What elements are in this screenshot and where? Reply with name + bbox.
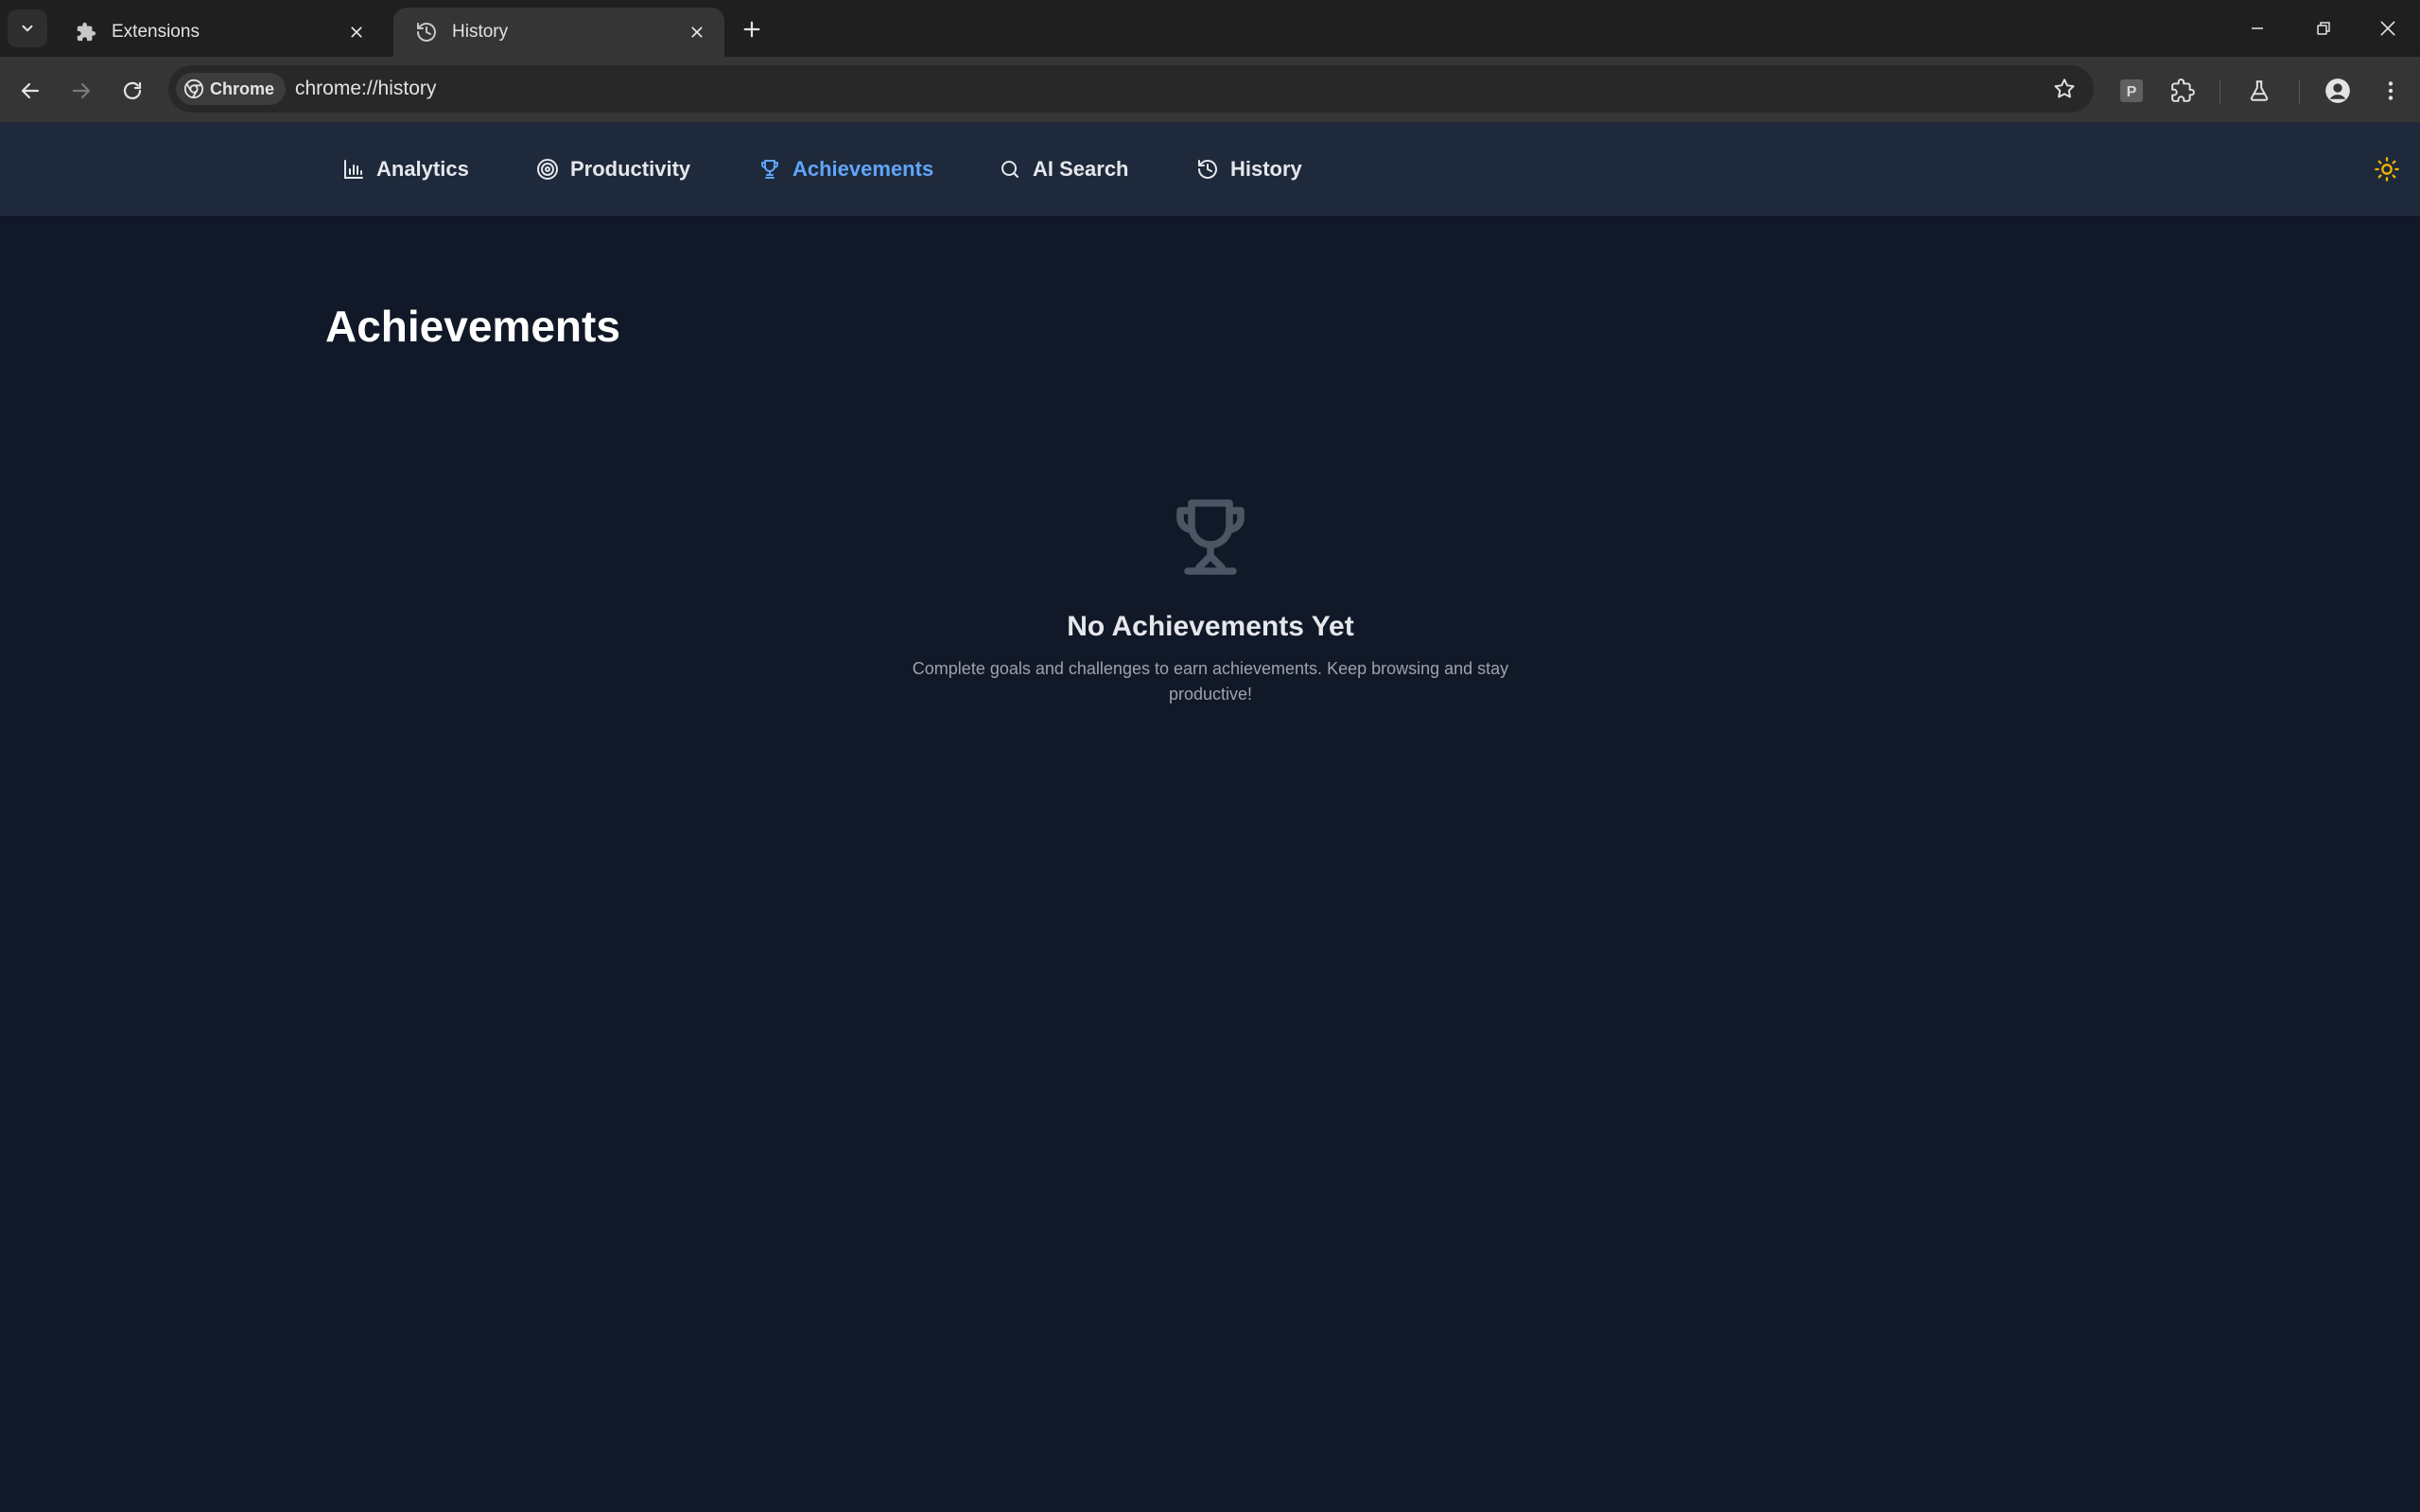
minimize-button[interactable]	[2234, 9, 2281, 47]
browser-tabstrip: Extensions History	[0, 0, 2420, 57]
page-title: Achievements	[325, 302, 620, 351]
site-info-chip[interactable]: Chrome	[176, 73, 287, 105]
empty-state-description: Complete goals and challenges to earn ac…	[912, 659, 1509, 704]
chevron-down-icon	[22, 25, 33, 32]
close-window-button[interactable]	[2364, 9, 2411, 47]
tab-search-button[interactable]	[8, 9, 47, 47]
browser-toolbar: Chrome chrome://history P	[0, 57, 2420, 123]
trophy-icon	[758, 158, 781, 181]
restore-icon	[2317, 22, 2330, 35]
minimize-icon	[2252, 27, 2263, 29]
nav-item-history[interactable]: History	[1196, 123, 1302, 215]
trophy-icon	[1165, 492, 1256, 582]
url-text[interactable]: chrome://history	[295, 65, 436, 113]
bar-chart-icon	[342, 158, 365, 181]
puzzle-icon	[2171, 78, 2195, 102]
more-vertical-icon	[2388, 81, 2394, 100]
nav-label: History	[1230, 156, 1302, 181]
app-navigation: Analytics Productivity Achievements AI S…	[0, 123, 2420, 216]
tab-title: History	[452, 22, 509, 42]
puzzle-icon	[74, 20, 98, 44]
arrow-right-icon	[72, 82, 91, 99]
empty-state: No Achievements Yet Complete goals and c…	[832, 492, 1589, 707]
profile-button[interactable]	[2321, 74, 2355, 108]
reload-icon	[123, 81, 142, 99]
nav-label: Productivity	[570, 156, 691, 181]
forward-button[interactable]	[62, 72, 100, 110]
nav-label: Achievements	[792, 156, 934, 181]
history-icon	[1196, 158, 1219, 181]
nav-item-productivity[interactable]: Productivity	[536, 123, 690, 215]
reload-button[interactable]	[113, 72, 151, 110]
nav-item-analytics[interactable]: Analytics	[342, 123, 469, 215]
profile-icon	[2325, 78, 2350, 103]
theme-toggle-button[interactable]	[2371, 153, 2403, 185]
empty-state-title: No Achievements Yet	[1067, 611, 1354, 642]
flask-icon	[2250, 80, 2269, 101]
chrome-icon	[183, 78, 204, 99]
nav-label: Analytics	[376, 156, 469, 181]
chip-label: Chrome	[210, 78, 275, 98]
address-bar[interactable]: Chrome chrome://history	[168, 65, 2094, 113]
nav-item-achievements[interactable]: Achievements	[758, 123, 933, 215]
extensions-button[interactable]	[2166, 74, 2200, 108]
bookmark-star-icon[interactable]	[2052, 77, 2077, 101]
close-icon[interactable]	[685, 20, 709, 44]
arrow-left-icon	[21, 82, 40, 99]
tab-history[interactable]: History	[393, 8, 724, 57]
tab-extensions[interactable]: Extensions	[53, 8, 384, 57]
close-icon[interactable]	[344, 20, 369, 44]
nav-label: AI Search	[1033, 156, 1129, 181]
target-icon	[536, 158, 559, 181]
labs-button[interactable]	[2242, 74, 2276, 108]
svg-text:P: P	[2127, 84, 2137, 100]
plus-icon	[743, 21, 760, 38]
nav-item-ai-search[interactable]: AI Search	[999, 123, 1129, 215]
new-tab-button[interactable]	[736, 13, 768, 45]
search-icon	[999, 158, 1021, 181]
toolbar-separator	[2299, 79, 2300, 104]
back-button[interactable]	[11, 72, 49, 110]
tab-title: Extensions	[112, 22, 200, 42]
history-icon	[414, 20, 439, 44]
extension-p-icon: P	[2120, 79, 2143, 102]
restore-button[interactable]	[2300, 9, 2347, 47]
sun-icon	[2375, 157, 2399, 182]
extension-p-button[interactable]: P	[2115, 74, 2149, 108]
menu-button[interactable]	[2374, 74, 2408, 108]
close-icon	[2380, 21, 2395, 36]
